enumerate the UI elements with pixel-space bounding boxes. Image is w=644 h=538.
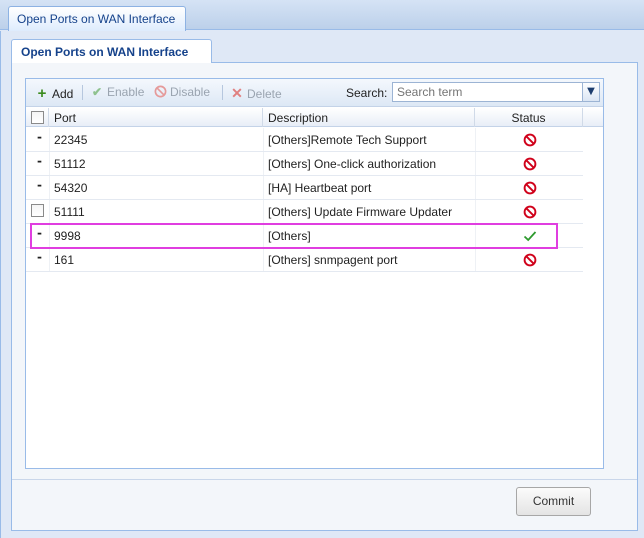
select-all-cell [26,108,49,127]
disabled-icon [523,205,537,219]
check-icon [523,231,537,242]
table-row[interactable]: -22345 [Others]Remote Tech Support [26,128,583,152]
add-button[interactable]: + Add [35,85,74,102]
description-cell: [Others] snmpagent port [268,253,398,267]
row-selector[interactable]: - [37,250,42,264]
row-selector[interactable]: - [37,178,42,192]
row-selector[interactable]: - [37,154,42,168]
table-row[interactable]: -9998 [Others] [26,224,583,248]
column-header-port[interactable]: Port [49,108,263,127]
port-cell: 161 [54,253,75,267]
port-cell: 22345 [54,133,88,147]
window-tab-open-ports[interactable]: Open Ports on WAN Interface [8,6,186,31]
table-row[interactable]: -54320 [HA] Heartbeat port [26,176,583,200]
column-divider [475,152,476,175]
enable-button-label: Enable [107,85,145,99]
column-divider [475,128,476,151]
enable-button[interactable]: ✔ Enable [90,85,144,101]
toolbar-separator [82,85,83,100]
search-input[interactable] [393,83,581,101]
window-header: Open Ports on WAN Interface [0,0,644,31]
column-divider [475,248,476,271]
commit-button[interactable]: Commit [516,487,591,516]
disable-icon [154,85,167,98]
column-divider [475,200,476,223]
toolbar-separator [222,85,223,100]
disable-button-label: Disable [170,85,211,99]
select-all-checkbox[interactable] [31,111,44,124]
check-icon: ✔ [91,85,103,99]
port-cell: 51111 [54,205,85,219]
row-selector[interactable]: - [37,226,42,240]
description-cell: [Others] Update Firmware Updater [268,205,453,219]
ports-grid: + Add ✔ Enable Disable ✕ Delete Search: ▼ P… [25,78,604,469]
plus-icon: + [37,85,47,102]
grid-header: Port Description Status [26,108,603,127]
port-cell: 9998 [54,229,81,243]
table-row[interactable]: 51111 [Others] Update Firmware Updater [26,200,583,224]
chevron-down-icon[interactable]: ▼ [582,83,599,101]
delete-button-label: Delete [247,87,282,101]
column-header-description[interactable]: Description [263,108,475,127]
port-cell: 51112 [54,157,86,171]
search-combobox[interactable]: ▼ [392,82,600,102]
disable-button[interactable]: Disable [154,85,210,101]
panel-tab-open-ports[interactable]: Open Ports on WAN Interface [11,39,212,63]
search-label: Search: [346,86,388,100]
footer-divider [12,479,637,480]
description-cell: [Others] One-click authorization [268,157,437,171]
disabled-icon [523,253,537,267]
add-button-label: Add [52,87,74,101]
disabled-icon [523,133,537,147]
row-selector[interactable]: - [37,130,42,144]
column-divider [475,224,476,247]
description-cell: [HA] Heartbeat port [268,181,372,195]
description-cell: [Others]Remote Tech Support [268,133,427,147]
delete-button[interactable]: ✕ Delete [230,85,282,101]
port-cell: 54320 [54,181,88,195]
table-row[interactable]: -51112 [Others] One-click authorization [26,152,583,176]
disabled-icon [523,157,537,171]
table-row[interactable]: -161 [Others] snmpagent port [26,248,583,272]
column-header-status[interactable]: Status [475,108,583,127]
x-icon: ✕ [231,85,243,101]
description-cell: [Others] [268,229,311,243]
column-divider [475,176,476,199]
grid-toolbar: + Add ✔ Enable Disable ✕ Delete Search: ▼ [26,79,603,107]
disabled-icon [523,181,537,195]
row-checkbox[interactable] [31,204,44,217]
